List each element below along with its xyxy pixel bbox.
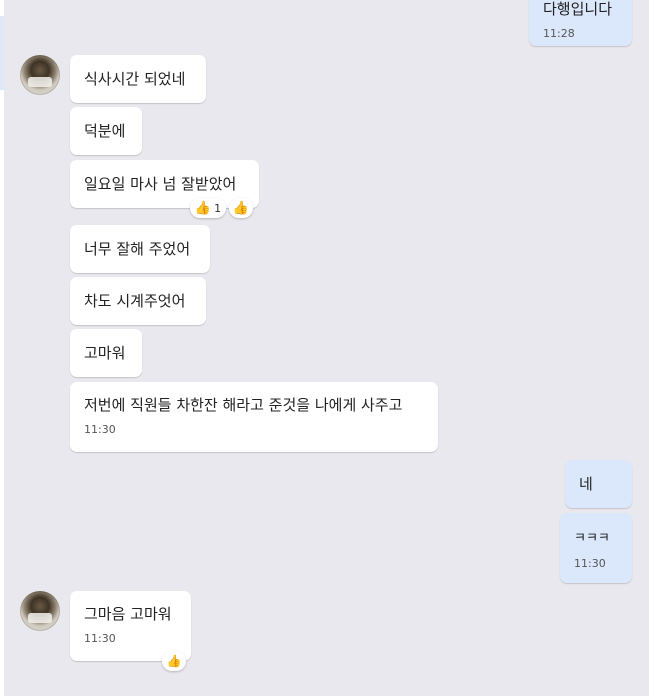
message-text: 그마음 고마워 xyxy=(84,605,172,623)
message-text: 다행입니다 xyxy=(543,0,613,18)
add-reaction-button[interactable]: 👍 xyxy=(229,198,253,218)
selected-conversation-indicator xyxy=(0,16,4,90)
message-text: ㅋㅋㅋ xyxy=(574,531,610,546)
message-timestamp: 11:30 xyxy=(574,557,606,570)
conversation-list-edge xyxy=(0,0,4,696)
thumbs-up-emoji-icon: 👍 xyxy=(194,200,212,216)
message-text: 고마워 xyxy=(84,344,126,362)
message-timestamp: 11:30 xyxy=(84,423,116,436)
message-timestamp: 11:30 xyxy=(84,632,116,645)
received-message-bubble[interactable]: 저번에 직원들 차한잔 해라고 준것을 나에게 사주고 11:30 xyxy=(70,382,438,452)
contact-avatar[interactable] xyxy=(20,591,60,631)
message-text: 저번에 직원들 차한잔 해라고 준것을 나에게 사주고 xyxy=(84,396,403,414)
thumbs-up-emoji-icon: 👍 xyxy=(232,200,250,216)
message-text: 차도 시계주엇어 xyxy=(84,292,186,310)
contact-avatar[interactable] xyxy=(20,55,60,95)
message-text: 너무 잘해 주었어 xyxy=(84,240,191,258)
add-reaction-button[interactable]: 👍 xyxy=(162,651,186,671)
message-timestamp: 11:28 xyxy=(543,27,575,40)
received-message-bubble[interactable]: 고마워 xyxy=(70,329,142,377)
message-text: 네 xyxy=(579,475,593,493)
reaction-count: 1 xyxy=(214,201,222,215)
reaction-chip[interactable]: 👍 1 xyxy=(190,198,226,218)
received-message-bubble[interactable]: 덕분에 xyxy=(70,107,142,155)
message-text: 식사시간 되었네 xyxy=(84,70,186,88)
received-message-bubble[interactable]: 식사시간 되었네 xyxy=(70,55,206,103)
message-text: 덕분에 xyxy=(84,122,126,140)
thumbs-up-outline-icon: 👍 xyxy=(166,654,182,668)
sent-message-bubble[interactable]: 다행입니다 11:28 xyxy=(529,0,632,46)
sent-message-bubble[interactable]: 네 xyxy=(565,460,632,508)
sent-message-bubble[interactable]: ㅋㅋㅋ 11:30 xyxy=(560,513,632,583)
received-message-bubble[interactable]: 너무 잘해 주었어 xyxy=(70,225,210,273)
received-message-bubble[interactable]: 차도 시계주엇어 xyxy=(70,277,206,325)
